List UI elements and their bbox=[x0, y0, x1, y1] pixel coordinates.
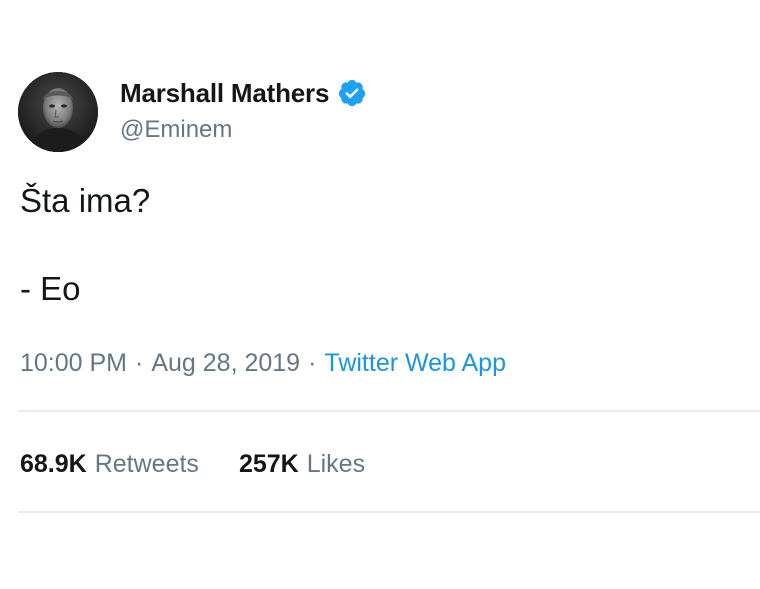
tweet-time[interactable]: 10:00 PM bbox=[20, 349, 127, 377]
divider bbox=[18, 511, 760, 513]
avatar[interactable] bbox=[18, 72, 98, 152]
name-row: Marshall Mathers bbox=[120, 78, 367, 108]
divider bbox=[18, 410, 760, 412]
tweet-source-link[interactable]: Twitter Web App bbox=[324, 349, 506, 377]
tweet-text-line-2: - Eo bbox=[20, 270, 81, 307]
avatar-image bbox=[18, 72, 98, 152]
tweet-text-line-1: Šta ima? bbox=[20, 182, 151, 219]
likes-stat[interactable]: 257K Likes bbox=[239, 450, 365, 479]
meta-separator: · bbox=[135, 349, 144, 377]
likes-label: Likes bbox=[306, 450, 366, 478]
verified-badge-icon bbox=[337, 78, 367, 108]
retweets-count: 68.9K bbox=[20, 450, 87, 478]
meta-separator: · bbox=[308, 349, 317, 377]
tweet-metadata: 10:00 PM · Aug 28, 2019 · Twitter Web App bbox=[20, 349, 506, 378]
tweet-card: Marshall Mathers @Eminem Šta ima? - Eo 1… bbox=[0, 0, 760, 589]
retweets-label: Retweets bbox=[94, 450, 199, 478]
tweet-header: Marshall Mathers @Eminem bbox=[18, 72, 367, 152]
retweets-stat[interactable]: 68.9K Retweets bbox=[20, 450, 199, 479]
user-handle[interactable]: @Eminem bbox=[120, 116, 367, 144]
likes-count: 257K bbox=[238, 450, 299, 478]
user-identity: Marshall Mathers @Eminem bbox=[120, 78, 367, 144]
tweet-date[interactable]: Aug 28, 2019 bbox=[151, 349, 300, 377]
display-name[interactable]: Marshall Mathers bbox=[120, 78, 329, 109]
tweet-stats: 68.9K Retweets 257K Likes bbox=[20, 450, 365, 479]
